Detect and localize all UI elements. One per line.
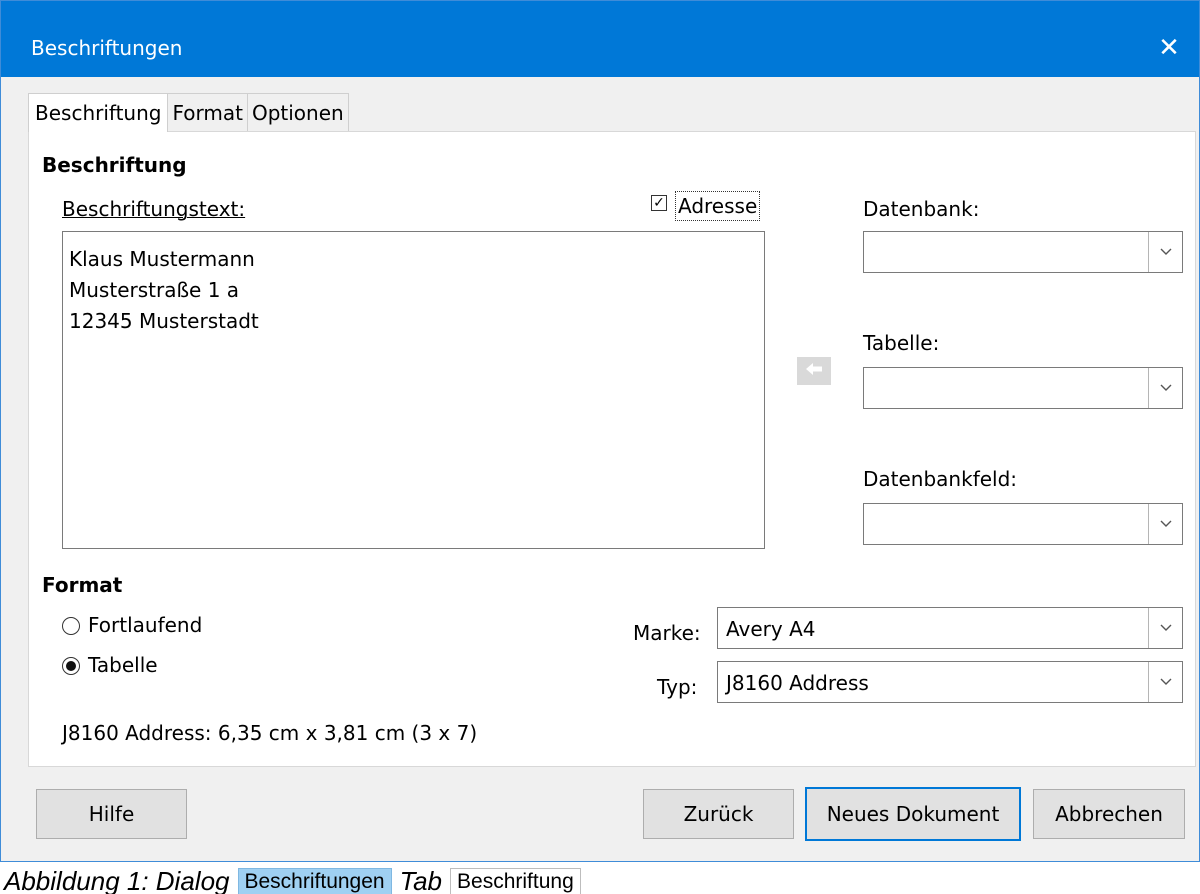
section-heading-format: Format [42,573,123,597]
tab-format[interactable]: Format [167,93,248,131]
arrow-left-icon [805,361,823,381]
type-select-value: J8160 Address [726,671,869,695]
tab-bar: Beschriftung Format Optionen [28,93,349,132]
back-button[interactable]: Zurück [643,789,794,839]
database-label: Datenbank: [863,197,980,221]
caption-tab-chip: Beschriftung [450,867,581,894]
radio-tabelle-label[interactable]: Tabelle [88,653,158,677]
insert-field-button[interactable] [797,357,831,385]
inscription-text-label: Beschriftungstext: [62,197,246,221]
new-document-button[interactable]: Neues Dokument [805,787,1021,841]
database-field-select[interactable] [863,503,1183,545]
chevron-down-icon[interactable] [1148,368,1182,408]
tab-optionen[interactable]: Optionen [246,93,349,131]
address-checkbox[interactable]: ✓ [651,195,667,211]
inscription-textarea[interactable]: Klaus Mustermann Musterstraße 1 a 12345 … [62,231,765,549]
table-label: Tabelle: [863,331,940,355]
chevron-down-icon[interactable] [1148,232,1182,272]
radio-tabelle[interactable] [62,657,80,675]
brand-label: Marke: [633,621,701,645]
type-select[interactable]: J8160 Address [717,661,1183,703]
type-label: Typ: [657,675,698,699]
figure-caption: Abbildung 1: Dialog Beschriftungen Tab B… [4,866,589,894]
caption-prefix: Abbildung 1: Dialog [4,866,230,894]
database-select[interactable] [863,231,1183,273]
address-checkbox-label[interactable]: Adresse [675,191,761,221]
close-icon[interactable]: ✕ [1158,33,1180,63]
cancel-button[interactable]: Abbrechen [1033,789,1185,839]
caption-middle: Tab [399,866,443,894]
tab-beschriftung[interactable]: Beschriftung [28,93,169,132]
chevron-down-icon[interactable] [1148,662,1182,702]
help-button[interactable]: Hilfe [36,789,187,839]
labels-dialog: Beschriftungen ✕ Beschriftung Format Opt… [0,0,1200,862]
chevron-down-icon[interactable] [1148,504,1182,544]
caption-dialog-chip: Beschriftungen [237,867,392,894]
radio-fortlaufend-label[interactable]: Fortlaufend [88,613,202,637]
label-size-info: J8160 Address: 6,35 cm x 3,81 cm (3 x 7) [62,721,478,745]
radio-fortlaufend[interactable] [62,617,80,635]
section-heading-beschriftung: Beschriftung [42,153,187,177]
database-field-label: Datenbankfeld: [863,467,1018,491]
brand-select[interactable]: Avery A4 [717,607,1183,649]
brand-select-value: Avery A4 [726,617,816,641]
close-button[interactable]: ✕ [1139,25,1199,71]
title-bar: Beschriftungen ✕ [1,1,1199,77]
window-title: Beschriftungen [31,36,183,60]
table-select[interactable] [863,367,1183,409]
chevron-down-icon[interactable] [1148,608,1182,648]
